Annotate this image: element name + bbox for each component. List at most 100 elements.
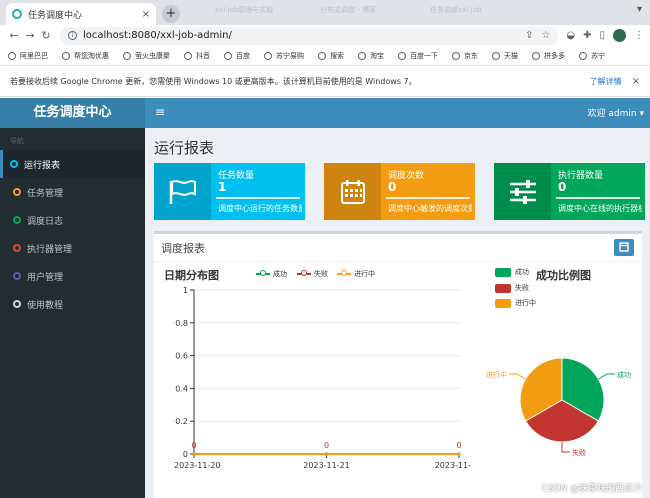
sidebar-item-label: 用户管理 bbox=[27, 272, 64, 283]
pie-slice-label: 失败 bbox=[572, 448, 586, 457]
new-tab-button[interactable]: + bbox=[162, 5, 180, 23]
menu-dots-icon[interactable]: ⋮ bbox=[634, 30, 644, 41]
reload-icon[interactable]: ↻ bbox=[38, 29, 54, 42]
bookmark-item[interactable]: 京东 bbox=[452, 51, 478, 61]
bookmark-item[interactable]: 百度一下 bbox=[398, 51, 438, 61]
x-tick-label: 2023-11-21 bbox=[303, 461, 350, 470]
page-title: 运行报表 bbox=[154, 139, 215, 157]
tab-close-icon[interactable]: × bbox=[142, 9, 150, 20]
browser-tab[interactable]: 任务调度中心 × bbox=[6, 3, 156, 25]
sidebar-item-0[interactable]: 运行报表 bbox=[0, 150, 145, 178]
bookmark-item[interactable]: 阿里巴巴 bbox=[8, 51, 48, 61]
main-content: 运行报表 任务数量 1 调度中心运行的任务数量 调度次数 0 调度中心触发的调度… bbox=[145, 128, 650, 498]
legend-item-fail[interactable]: 失败 bbox=[297, 269, 328, 279]
sliders-icon bbox=[494, 163, 551, 220]
bookmark-label: 萤火虫康聚 bbox=[135, 51, 170, 60]
progress-bar bbox=[556, 197, 640, 199]
sidebar-item-1[interactable]: 任务管理 bbox=[0, 178, 145, 206]
calendar-icon bbox=[324, 163, 381, 220]
notice-close-icon[interactable]: × bbox=[632, 76, 640, 87]
legend-item-success[interactable]: 成功 bbox=[256, 269, 287, 279]
sidebar-item-3[interactable]: 执行器管理 bbox=[0, 234, 145, 262]
user-menu[interactable]: 欢迎 admin ▾ bbox=[588, 106, 644, 119]
bookmark-item[interactable]: 淘宝 bbox=[358, 51, 384, 61]
bookmark-item[interactable]: 抖音 bbox=[184, 51, 210, 61]
bookmark-label: 搜索 bbox=[330, 51, 344, 60]
legend-swatch bbox=[495, 283, 511, 293]
bookmark-label: 苏宁易购 bbox=[276, 51, 304, 60]
puzzle-icon[interactable]: ✚ bbox=[583, 30, 591, 41]
bookmark-label: 阿里巴巴 bbox=[20, 51, 48, 60]
box-divider bbox=[154, 261, 642, 262]
calendar-icon bbox=[619, 242, 629, 252]
forward-icon[interactable]: → bbox=[22, 29, 38, 42]
window-controls-icon[interactable]: ▾ bbox=[637, 4, 642, 15]
extension-icon[interactable]: ◒ bbox=[566, 30, 575, 41]
bookmark-label: 帮您淘优惠 bbox=[74, 51, 109, 60]
site-info-icon[interactable]: i bbox=[68, 31, 77, 40]
top-navbar: ≡ 欢迎 admin ▾ bbox=[145, 98, 650, 128]
legend-label: 进行中 bbox=[515, 299, 536, 307]
pie-slice-label: 进行中 bbox=[486, 370, 507, 379]
globe-icon bbox=[318, 51, 326, 60]
share-icon[interactable]: ⇪ bbox=[525, 30, 533, 41]
back-icon[interactable]: ← bbox=[6, 29, 22, 42]
bookmark-item[interactable]: 萤火虫康聚 bbox=[123, 51, 170, 61]
y-tick-label: 0.8 bbox=[175, 319, 188, 328]
pie-legend-fail[interactable]: 失败 bbox=[495, 283, 529, 293]
data-point bbox=[192, 452, 196, 456]
globe-icon bbox=[532, 51, 540, 60]
y-tick-label: 1 bbox=[183, 286, 188, 295]
watermark: CSDN @抹茶味的西瓜汁 bbox=[541, 484, 642, 494]
bookmark-item[interactable]: 苏宁易购 bbox=[264, 51, 304, 61]
info-box-value: 0 bbox=[388, 180, 397, 194]
url-input[interactable]: i localhost:8080/xxl-job-admin/ ⇪ ☆ bbox=[60, 26, 559, 45]
pie-legend-running[interactable]: 进行中 bbox=[495, 298, 536, 308]
info-box-trigger-count: 调度次数 0 调度中心触发的调度次数 bbox=[324, 163, 475, 220]
globe-icon bbox=[8, 51, 16, 60]
sidebar-item-2[interactable]: 调度日志 bbox=[0, 206, 145, 234]
url-text: localhost:8080/xxl-job-admin/ bbox=[83, 30, 232, 41]
address-bar: ← → ↻ i localhost:8080/xxl-job-admin/ ⇪ … bbox=[0, 25, 650, 46]
bookmark-item[interactable]: 天猫 bbox=[492, 51, 518, 61]
sidebar-item-4[interactable]: 用户管理 bbox=[0, 262, 145, 290]
globe-icon bbox=[123, 51, 131, 60]
info-box-task-count: 任务数量 1 调度中心运行的任务数量 bbox=[154, 163, 305, 220]
globe-icon bbox=[184, 51, 192, 60]
date-filter-button[interactable] bbox=[614, 239, 634, 256]
data-label: 0 bbox=[456, 441, 461, 450]
background-tab[interactable]: xxl-job原理与实践 bbox=[215, 5, 273, 15]
sidebar-toggle-icon[interactable]: ≡ bbox=[155, 105, 165, 119]
pie-label-line bbox=[598, 373, 616, 380]
learn-more-link[interactable]: 了解详情 bbox=[590, 76, 622, 87]
pie-chart: 成功失败 进行中 bbox=[486, 357, 631, 457]
x-tick-label: 2023-11- bbox=[435, 461, 471, 470]
profile-avatar[interactable] bbox=[613, 29, 626, 42]
background-tab[interactable]: 任务调度xxl-job bbox=[430, 5, 481, 15]
background-tab[interactable]: 分布式调度 - 博客 bbox=[320, 5, 376, 15]
y-tick-label: 0.4 bbox=[175, 384, 188, 393]
report-box: 调度报表 日期分布图 成功 失败 进行中 0 0.2 0.4 0.6 0.8 1 2023-… bbox=[154, 231, 642, 498]
sidepanel-icon[interactable]: ▯ bbox=[599, 30, 605, 41]
pie-label-line bbox=[561, 442, 570, 453]
info-box-description: 调度中心触发的调度次数 bbox=[388, 204, 472, 213]
bookmark-label: 京东 bbox=[464, 51, 478, 60]
sidebar: 导航 运行报表 任务管理 调度日志 执行器管理 用户管理 使用教程 bbox=[0, 128, 145, 498]
bookmark-item[interactable]: 拼多多 bbox=[532, 51, 565, 61]
globe-icon bbox=[358, 51, 366, 60]
sidebar-item-5[interactable]: 使用教程 bbox=[0, 290, 145, 318]
bookmark-item[interactable]: 百度 bbox=[224, 51, 250, 61]
pie-legend-success[interactable]: 成功 bbox=[495, 267, 529, 277]
legend-item-running[interactable]: 进行中 bbox=[337, 269, 375, 279]
pie-chart-title: 成功比例图 bbox=[536, 269, 591, 282]
bookmark-star-icon[interactable]: ☆ bbox=[541, 30, 550, 41]
bookmark-item[interactable]: 搜索 bbox=[318, 51, 344, 61]
bookmark-item[interactable]: 帮您淘优惠 bbox=[62, 51, 109, 61]
bookmark-label: 天猫 bbox=[504, 51, 518, 60]
y-tick-label: 0.2 bbox=[175, 417, 188, 426]
line-chart: 0 0.2 0.4 0.6 0.8 1 2023-11-20 2023-11-21 2023-1… bbox=[174, 286, 471, 470]
globe-icon bbox=[492, 51, 500, 60]
app-logo[interactable]: 任务调度中心 bbox=[0, 98, 145, 128]
bookmark-label: 苏宁 bbox=[591, 51, 605, 60]
bookmark-item[interactable]: 苏宁 bbox=[579, 51, 605, 61]
